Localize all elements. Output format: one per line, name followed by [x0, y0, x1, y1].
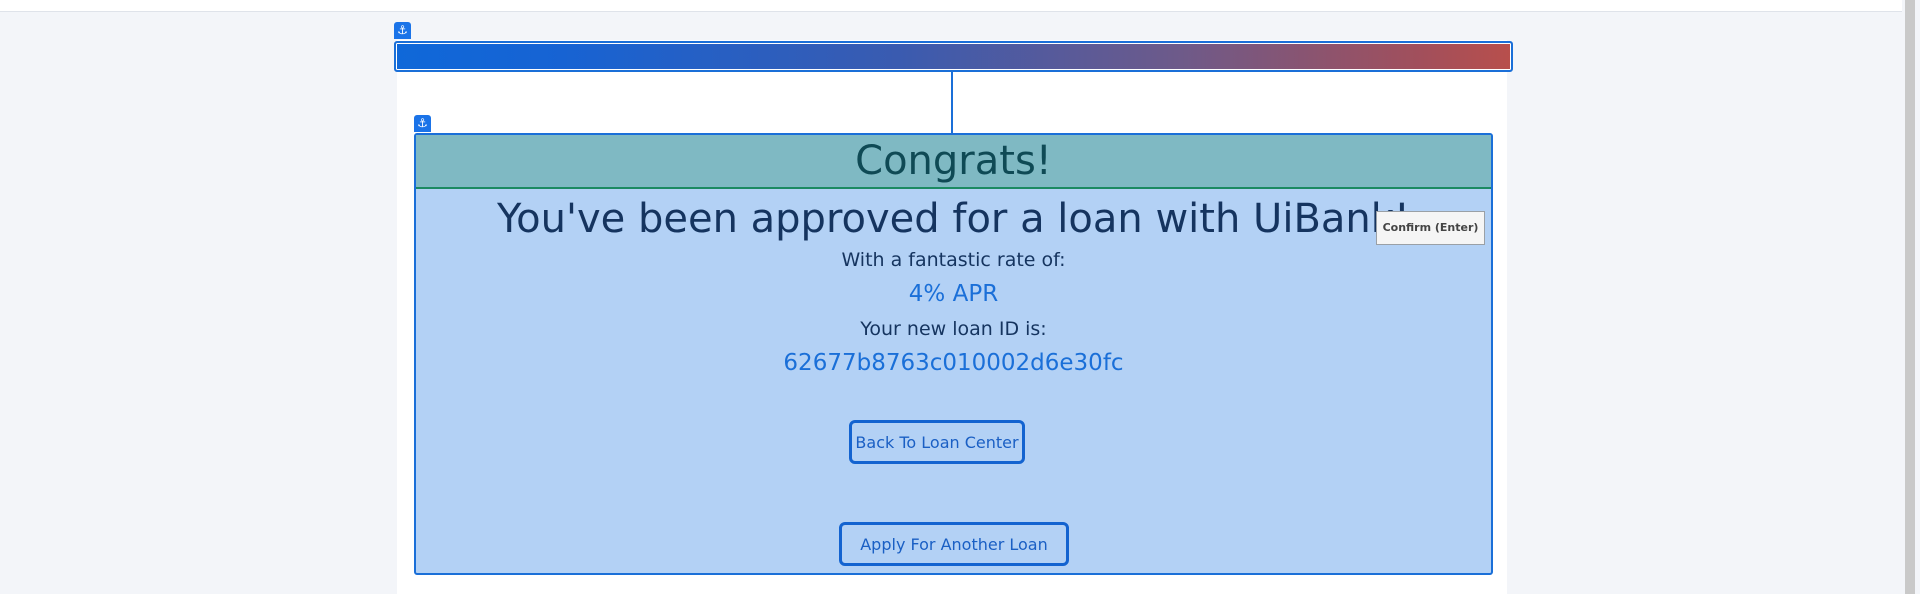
back-to-loan-center-button[interactable]: Back To Loan Center	[849, 420, 1025, 464]
page-scrollbar[interactable]	[1902, 0, 1920, 594]
connector-line	[951, 72, 953, 134]
anchor-icon[interactable]: ⚓	[394, 22, 411, 39]
card-header: Congrats!	[416, 135, 1491, 189]
browser-top-bar	[0, 0, 1902, 12]
scrollbar-thumb[interactable]	[1905, 0, 1915, 594]
loan-id-label: Your new loan ID is:	[860, 318, 1047, 340]
approval-headline: You've been approved for a loan with UiB…	[497, 196, 1410, 242]
apply-for-another-loan-button[interactable]: Apply For Another Loan	[839, 522, 1069, 566]
congrats-title: Congrats!	[855, 138, 1052, 184]
rate-value: 4% APR	[908, 281, 999, 307]
gradient-header-bar	[394, 41, 1513, 72]
anchor-icon[interactable]: ⚓	[414, 115, 431, 132]
loan-id-value: 62677b8763c010002d6e30fc	[783, 350, 1124, 376]
loan-approval-card: Congrats! You've been approved for a loa…	[414, 133, 1493, 575]
rate-label: With a fantastic rate of:	[841, 249, 1066, 271]
confirm-tooltip: Confirm (Enter)	[1376, 211, 1485, 245]
